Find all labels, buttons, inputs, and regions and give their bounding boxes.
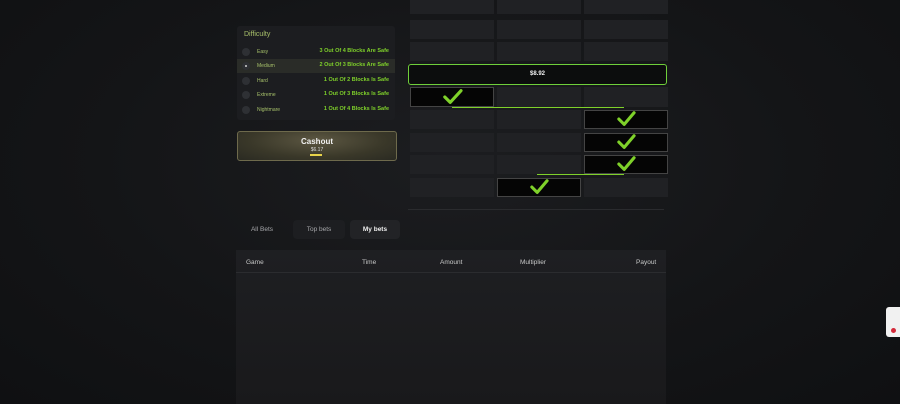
tower-tile-revealed <box>584 133 668 152</box>
tab-top-bets[interactable]: Top bets <box>293 220 345 239</box>
table-header-time: Time <box>362 259 377 266</box>
check-icon <box>617 134 636 149</box>
check-icon <box>530 179 549 194</box>
tower-tile-revealed <box>497 178 581 197</box>
table-header-divider <box>236 272 666 273</box>
tower-tile <box>410 178 494 197</box>
tower-tile <box>410 110 494 129</box>
tower-tile <box>497 133 581 152</box>
tower-tile <box>410 155 494 174</box>
check-icon <box>443 89 463 104</box>
bets-table: Game Time Amount Multiplier Payout <box>236 250 666 404</box>
side-widget-button[interactable] <box>886 307 900 337</box>
check-icon <box>617 156 636 171</box>
table-header-multiplier: Multiplier <box>520 259 547 266</box>
tab-my-bets[interactable]: My bets <box>350 220 400 239</box>
tower-tile <box>584 87 668 107</box>
tower-tile <box>410 133 494 152</box>
table-header-amount: Amount <box>440 259 463 266</box>
path-connector <box>452 107 624 108</box>
tower-tile-revealed <box>584 110 668 129</box>
notification-badge <box>891 328 896 333</box>
path-connector <box>537 174 624 175</box>
tower-tile <box>497 87 581 107</box>
tab-all-bets[interactable]: All Bets <box>237 220 287 239</box>
tower-tile-revealed <box>584 155 668 174</box>
tower-tile-revealed <box>410 87 494 107</box>
check-icon <box>617 111 636 126</box>
table-header-payout: Payout <box>636 259 657 266</box>
table-header-game: Game <box>246 259 264 266</box>
tower-tile <box>497 155 581 174</box>
tower-tile <box>584 178 668 197</box>
tower-tile <box>497 110 581 129</box>
divider <box>408 209 664 210</box>
